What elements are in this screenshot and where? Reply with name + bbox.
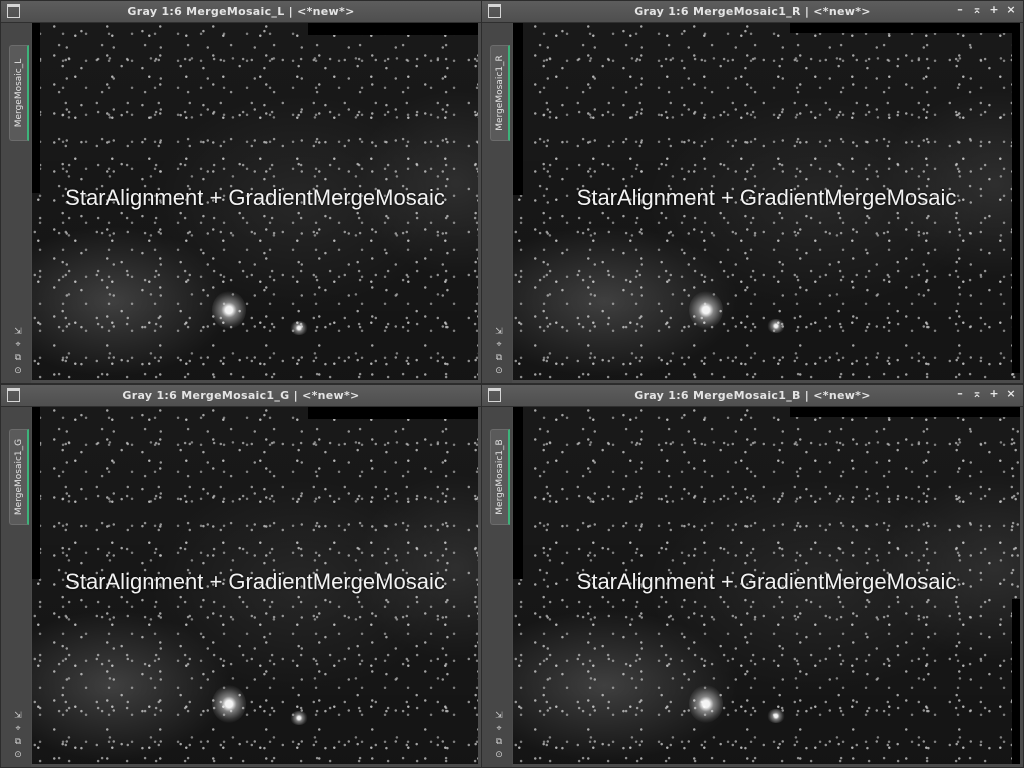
overlay-caption: StarAlignment + GradientMergeMosaic [65,569,445,594]
mosaic-edge [790,23,1020,33]
image-view[interactable]: StarAlignment + GradientMergeMosaic [32,407,478,764]
image-window-l[interactable]: Gray 1:6 MergeMosaic_L | <*new*> MergeMo… [0,0,482,384]
lagoon-nebula [212,685,246,723]
window-sidebar: MergeMosaic1_G ⇲ ⌖ ⧉ ⊙ [1,407,31,767]
lagoon-nebula [212,291,246,329]
window-sidebar: MergeMosaic1_R ⇲ ⌖ ⧉ ⊙ [482,23,512,383]
view-tool-icons: ⇲ ⌖ ⧉ ⊙ [11,327,25,377]
overlay-caption: StarAlignment + GradientMergeMosaic [576,569,957,594]
clone-icon[interactable]: ⧉ [12,353,24,364]
minimize-icon[interactable]: – [954,3,966,17]
window-title: Gray 1:6 MergeMosaic1_R | <*new*> [634,5,871,18]
clone-icon[interactable]: ⧉ [493,737,505,748]
maximize-icon[interactable]: + [988,387,1000,401]
window-sidebar: MergeMosaic1_B ⇲ ⌖ ⧉ ⊙ [482,407,512,767]
image-identifier-tab[interactable]: MergeMosaic1_B [490,429,510,525]
window-controls: – ⌅ + × [954,3,1017,17]
clone-icon[interactable]: ⧉ [493,353,505,364]
maximize-icon[interactable]: + [988,3,1000,17]
mosaic-edge [32,23,40,193]
view-tool-icons: ⇲ ⌖ ⧉ ⊙ [492,711,506,761]
trifid-nebula [767,319,785,333]
shade-icon[interactable]: ⌅ [971,387,983,401]
image-identifier-label: MergeMosaic1_B [494,439,505,515]
window-titlebar[interactable]: Gray 1:6 MergeMosaic1_G | <*new*> [1,385,481,407]
shade-icon[interactable]: ⌅ [971,3,983,17]
fit-view-icon[interactable]: ⇲ [493,327,505,338]
close-icon[interactable]: × [1005,3,1017,17]
image-identifier-label: MergeMosaic1_R [494,55,505,131]
window-titlebar[interactable]: Gray 1:6 MergeMosaic1_R | <*new*> – ⌅ + … [482,1,1023,23]
image-identifier-label: MergeMosaic_L [13,58,24,128]
minimize-icon[interactable]: – [954,387,966,401]
image-identifier-label: MergeMosaic1_G [13,438,24,516]
image-window-g[interactable]: Gray 1:6 MergeMosaic1_G | <*new*> MergeM… [0,384,482,768]
image-identifier-tab[interactable]: MergeMosaic_L [9,45,29,141]
window-title: Gray 1:6 MergeMosaic1_B | <*new*> [634,389,871,402]
workspace: Gray 1:6 MergeMosaic_L | <*new*> MergeMo… [0,0,1024,768]
zoom-icon[interactable]: ⌖ [493,340,505,351]
mosaic-edge [32,407,40,579]
overlay-caption: StarAlignment + GradientMergeMosaic [65,185,445,210]
window-title: Gray 1:6 MergeMosaic_L | <*new*> [127,5,355,18]
window-controls: – ⌅ + × [954,387,1017,401]
image-window-r[interactable]: Gray 1:6 MergeMosaic1_R | <*new*> – ⌅ + … [481,0,1024,384]
trifid-nebula [290,321,308,335]
mosaic-edge [790,407,1020,417]
image-view[interactable]: StarAlignment + GradientMergeMosaic [32,23,478,380]
lagoon-nebula [689,291,723,329]
image-view[interactable]: StarAlignment + GradientMergeMosaic [513,407,1020,764]
window-titlebar[interactable]: Gray 1:6 MergeMosaic1_B | <*new*> – ⌅ + … [482,385,1023,407]
zoom-icon[interactable]: ⌖ [12,340,24,351]
settings-icon[interactable]: ⊙ [12,366,24,377]
window-titlebar[interactable]: Gray 1:6 MergeMosaic_L | <*new*> [1,1,481,23]
trifid-nebula [290,711,308,725]
image-view[interactable]: StarAlignment + GradientMergeMosaic [513,23,1020,380]
clone-icon[interactable]: ⧉ [12,737,24,748]
settings-icon[interactable]: ⊙ [12,750,24,761]
settings-icon[interactable]: ⊙ [493,366,505,377]
view-tool-icons: ⇲ ⌖ ⧉ ⊙ [11,711,25,761]
mosaic-edge [1012,599,1020,764]
lagoon-nebula [689,685,723,723]
zoom-icon[interactable]: ⌖ [12,724,24,735]
image-identifier-tab[interactable]: MergeMosaic1_G [9,429,29,525]
settings-icon[interactable]: ⊙ [493,750,505,761]
image-window-b[interactable]: Gray 1:6 MergeMosaic1_B | <*new*> – ⌅ + … [481,384,1024,768]
window-sidebar: MergeMosaic_L ⇲ ⌖ ⧉ ⊙ [1,23,31,383]
mosaic-edge [513,23,523,195]
zoom-icon[interactable]: ⌖ [493,724,505,735]
window-title: Gray 1:6 MergeMosaic1_G | <*new*> [122,389,360,402]
close-icon[interactable]: × [1005,387,1017,401]
fit-view-icon[interactable]: ⇲ [493,711,505,722]
trifid-nebula [767,709,785,723]
overlay-caption: StarAlignment + GradientMergeMosaic [576,185,957,210]
mosaic-edge [308,407,478,419]
fit-view-icon[interactable]: ⇲ [12,711,24,722]
mosaic-edge [308,23,478,35]
fit-view-icon[interactable]: ⇲ [12,327,24,338]
mosaic-edge [513,407,523,579]
image-identifier-tab[interactable]: MergeMosaic1_R [490,45,510,141]
view-tool-icons: ⇲ ⌖ ⧉ ⊙ [492,327,506,377]
